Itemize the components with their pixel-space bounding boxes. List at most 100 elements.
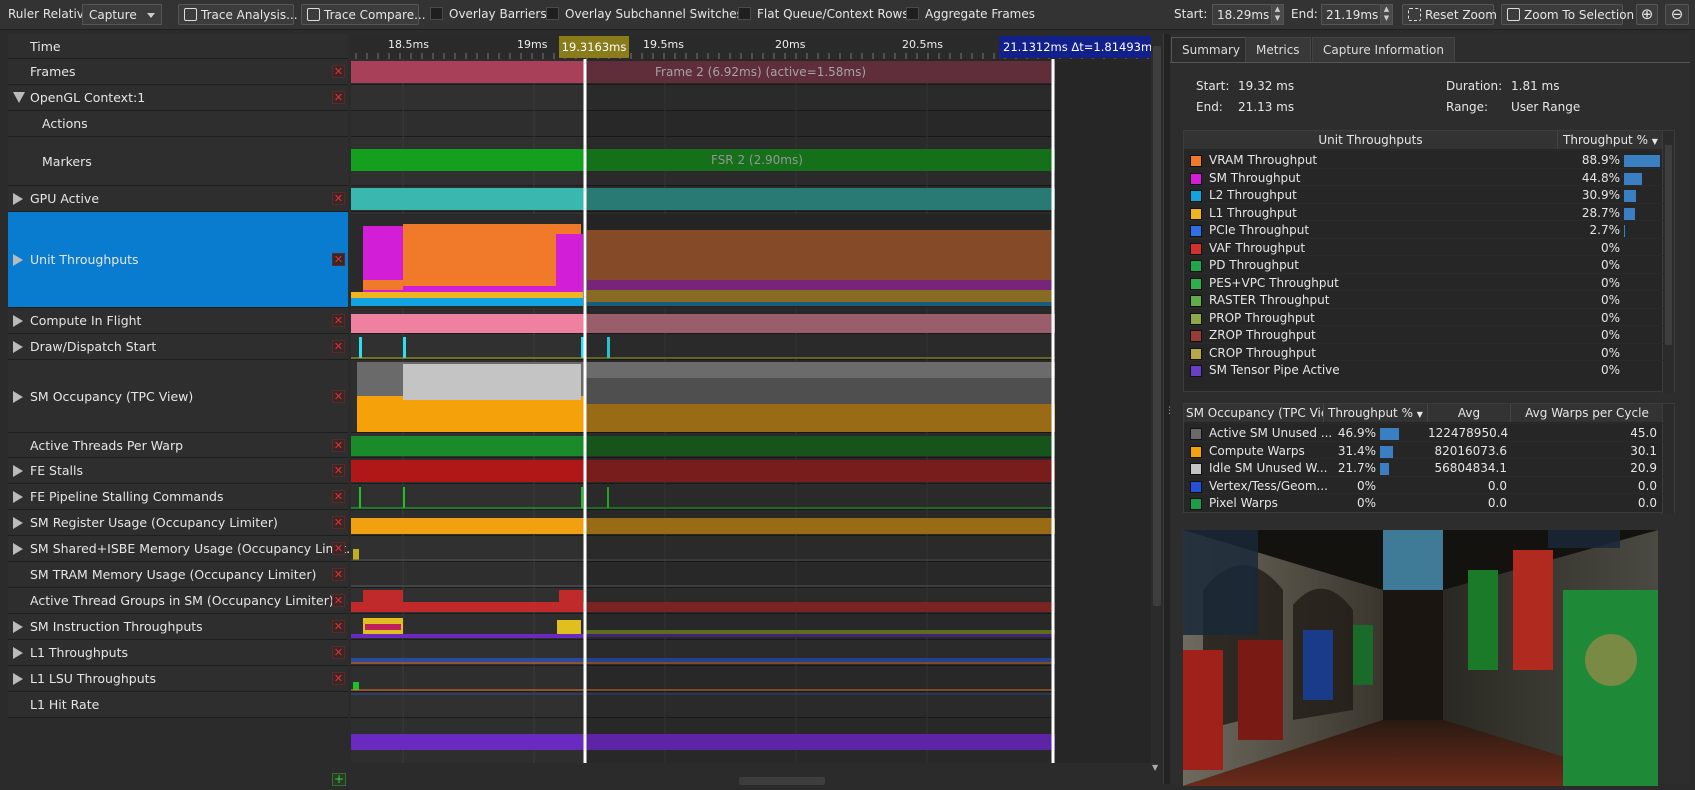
timeline-row[interactable]: FE Stalls ✕	[8, 458, 348, 484]
remove-row-icon[interactable]: ✕	[332, 439, 345, 452]
start-spinner-icon[interactable]: ▲ ▼	[1271, 5, 1283, 24]
remove-row-icon[interactable]: ✕	[332, 620, 345, 633]
timeline-row[interactable]: Actions	[8, 111, 348, 137]
timeline-row[interactable]: Time	[8, 34, 348, 59]
remove-row-icon[interactable]: ✕	[332, 490, 345, 503]
splitter-handle[interactable]: ⋮	[1163, 34, 1174, 784]
table-row[interactable]: L1 Throughput 28.7%	[1184, 202, 1664, 222]
ruler-relative-dropdown[interactable]: Capture	[82, 4, 162, 25]
column-header-occupancy[interactable]: SM Occupancy (TPC View	[1184, 404, 1324, 422]
remove-row-icon[interactable]: ✕	[332, 646, 345, 659]
expand-arrow-icon[interactable]	[13, 315, 23, 327]
trace-compare-button[interactable]: Trace Compare...	[301, 4, 426, 25]
timeline-row[interactable]: Compute In Flight ✕	[8, 308, 348, 334]
remove-row-icon[interactable]: ✕	[332, 594, 345, 607]
timeline-row[interactable]: Active Thread Groups in SM (Occupancy Li…	[8, 588, 348, 614]
timeline-row[interactable]: SM Occupancy (TPC View) ✕	[8, 360, 348, 433]
scrollbar-thumb[interactable]	[1153, 46, 1161, 606]
expand-arrow-icon[interactable]	[13, 543, 23, 555]
column-header-throughput[interactable]: Throughput % ▼	[1324, 404, 1428, 422]
remove-row-icon[interactable]: ✕	[332, 91, 345, 104]
expand-arrow-icon[interactable]	[13, 391, 23, 403]
table-row[interactable]: Pixel Warps 0% 0.0 0.0	[1184, 493, 1664, 512]
timeline-row[interactable]: L1 Throughputs ✕	[8, 640, 348, 666]
table-row[interactable]: VAF Throughput 0%	[1184, 237, 1664, 257]
remove-row-icon[interactable]: ✕	[332, 253, 345, 266]
table-row[interactable]: L2 Throughput 30.9%	[1184, 185, 1664, 204]
table-row[interactable]: CROP Throughput 0%	[1184, 342, 1664, 362]
timeline-row[interactable]: L1 Hit Rate	[8, 692, 348, 718]
column-header-throughput[interactable]: Throughput % ▼	[1558, 131, 1664, 149]
unit-throughputs-table[interactable]: Unit Throughputs Throughput % ▼ VRAM Thr…	[1183, 130, 1675, 393]
aggregate-frames-checkbox[interactable]: Aggregate Frames	[906, 4, 1035, 25]
timeline-row[interactable]: Active Threads Per Warp ✕	[8, 433, 348, 458]
end-spinner-icon[interactable]: ▲ ▼	[1380, 5, 1392, 24]
timeline-horizontal-scrollbar[interactable]	[351, 776, 1151, 786]
timeline-row[interactable]: SM Register Usage (Occupancy Limiter) ✕	[8, 510, 348, 536]
column-header-unit[interactable]: Unit Throughputs	[1184, 131, 1558, 149]
tab-summary[interactable]: Summary	[1171, 37, 1251, 62]
remove-icon[interactable]: ⊖	[1665, 4, 1689, 25]
expand-arrow-icon[interactable]	[13, 647, 23, 659]
expand-arrow-icon[interactable]	[13, 254, 23, 266]
remove-row-icon[interactable]: ✕	[332, 516, 345, 529]
table-row[interactable]: Vertex/Tess/Geom... 0% 0.0 0.0	[1184, 475, 1664, 495]
table-row[interactable]: VRAM Throughput 88.9%	[1184, 150, 1664, 169]
end-time-input[interactable]: 21.19ms ▲ ▼	[1321, 4, 1393, 25]
marker-bar[interactable]	[351, 149, 585, 171]
remove-row-icon[interactable]: ✕	[332, 672, 345, 685]
timeline-row[interactable]: Unit Throughputs ✕	[8, 212, 348, 308]
timeline-row[interactable]: SM TRAM Memory Usage (Occupancy Limiter)…	[8, 562, 348, 588]
table-row[interactable]: SM Tensor Pipe Active 0%	[1184, 360, 1664, 379]
sm-occupancy-table[interactable]: SM Occupancy (TPC View Throughput % ▼ Av…	[1183, 403, 1675, 514]
cursor-start-line[interactable]	[583, 59, 587, 763]
table-row[interactable]: ZROP Throughput 0%	[1184, 325, 1664, 344]
table-row[interactable]: SM Throughput 44.8%	[1184, 167, 1664, 187]
tab-metrics[interactable]: Metrics	[1245, 37, 1311, 62]
zoom-to-selection-button[interactable]: Zoom To Selection	[1501, 4, 1634, 25]
column-header-avg-warps[interactable]: Avg Warps per Cycle	[1511, 404, 1664, 422]
column-header-avg[interactable]: Avg	[1428, 404, 1511, 422]
selection-region[interactable]	[585, 59, 1053, 763]
remove-row-icon[interactable]: ✕	[332, 390, 345, 403]
timeline-row[interactable]: Frames ✕	[8, 59, 348, 85]
remove-row-icon[interactable]: ✕	[332, 464, 345, 477]
remove-row-icon[interactable]: ✕	[332, 340, 345, 353]
timeline-row[interactable]: GPU Active ✕	[8, 186, 348, 212]
remove-row-icon[interactable]: ✕	[332, 192, 345, 205]
table-row[interactable]: Compute Warps 31.4% 82016073.6 30.1	[1184, 440, 1664, 460]
table-row[interactable]: PROP Throughput 0%	[1184, 307, 1664, 327]
add-row-icon[interactable]: +	[332, 773, 346, 786]
trace-analysis-button[interactable]: Trace Analysis...	[178, 4, 298, 25]
timeline-row[interactable]: Markers	[8, 137, 348, 186]
remove-row-icon[interactable]: ✕	[332, 568, 345, 581]
reset-zoom-button[interactable]: Reset Zoom	[1402, 4, 1497, 25]
expand-arrow-icon[interactable]	[13, 673, 23, 685]
remove-row-icon[interactable]: ✕	[332, 65, 345, 78]
overlay-subchannel-checkbox[interactable]: Overlay Subchannel Switches	[546, 4, 743, 25]
timeline-row[interactable]: L1 LSU Throughputs ✕	[8, 666, 348, 692]
add-icon[interactable]: ⊕	[1636, 4, 1658, 25]
expand-arrow-icon[interactable]	[13, 465, 23, 477]
flat-queue-checkbox[interactable]: Flat Queue/Context Rows	[738, 4, 909, 25]
expand-arrow-icon[interactable]	[13, 517, 23, 529]
timeline-row[interactable]: Draw/Dispatch Start ✕	[8, 334, 348, 360]
cursor-end-line[interactable]	[1051, 59, 1055, 763]
expand-arrow-icon[interactable]	[13, 341, 23, 353]
tab-capture-information[interactable]: Capture Information	[1312, 37, 1455, 62]
timeline-row[interactable]: OpenGL Context:1 ✕	[8, 85, 348, 111]
scroll-down-icon[interactable]: ▼	[1152, 763, 1158, 772]
table-row[interactable]: RASTER Throughput 0%	[1184, 290, 1664, 309]
timeline-row[interactable]: FE Pipeline Stalling Commands ✕	[8, 484, 348, 510]
table-row[interactable]: PD Throughput 0%	[1184, 255, 1664, 274]
table-row[interactable]: Active SM Unused ... 46.9% 122478950.4 45.0	[1184, 423, 1664, 442]
start-time-input[interactable]: 18.29ms ▲ ▼	[1212, 4, 1284, 25]
timeline-vertical-scrollbar[interactable]: ▼	[1151, 34, 1163, 774]
timeline-view[interactable]: 18.5ms 19ms 19.5ms 20ms 20.5ms 19.3163ms 21.13…	[351, 34, 1151, 763]
collapse-arrow-icon[interactable]	[13, 92, 25, 103]
table-row[interactable]: Idle SM Unused W... 21.7% 56804834.1 20.9	[1184, 458, 1664, 477]
timeline-graph[interactable]: 18.5ms 19ms 19.5ms 20ms 20.5ms 19.3163ms 21.13…	[351, 34, 1151, 763]
expand-arrow-icon[interactable]	[13, 621, 23, 633]
remove-row-icon[interactable]: ✕	[332, 314, 345, 327]
table-row[interactable]: PES+VPC Throughput 0%	[1184, 272, 1664, 292]
